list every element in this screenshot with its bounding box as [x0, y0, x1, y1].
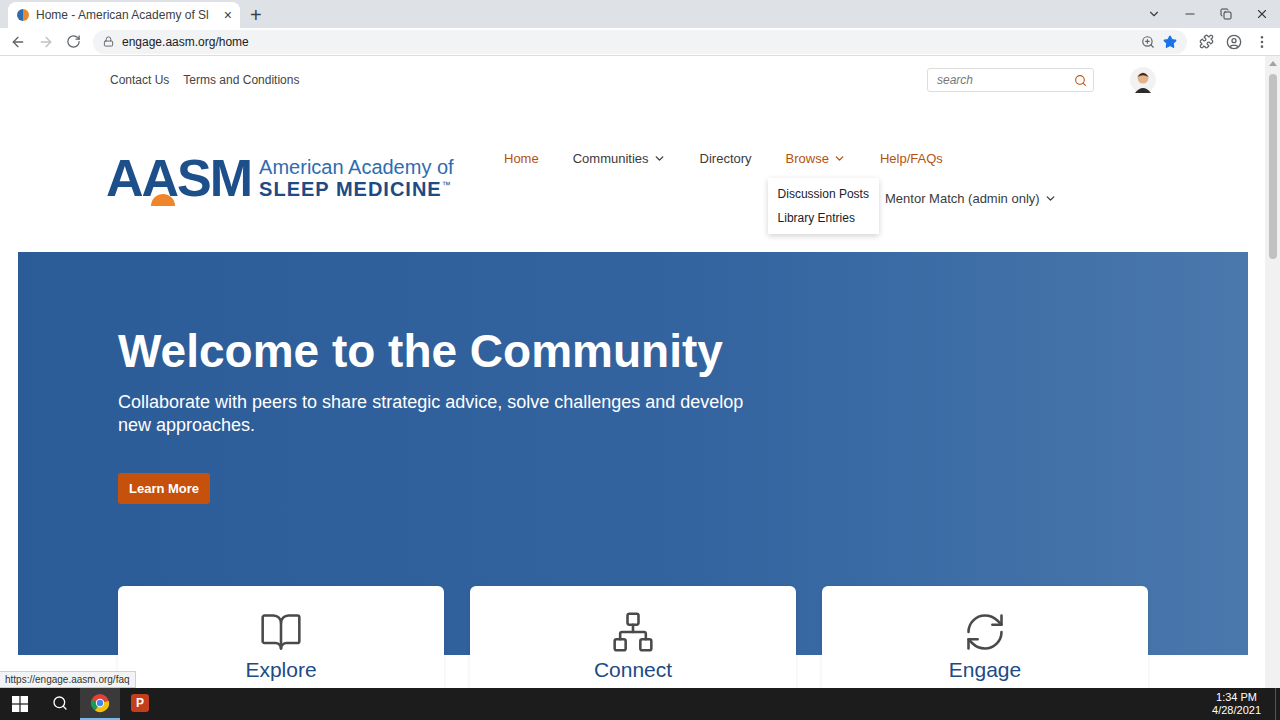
nav-item[interactable]: Help/FAQs: [880, 151, 943, 166]
browse-dropdown-menu: Discussion PostsLibrary Entries: [768, 178, 879, 234]
tab-search-icon: [1147, 7, 1161, 21]
powerpoint-icon: P: [131, 694, 149, 712]
feature-card[interactable]: Connect: [470, 586, 796, 688]
back-button[interactable]: [10, 34, 26, 50]
forward-arrow-icon: [38, 34, 54, 50]
search-icon[interactable]: [1074, 74, 1087, 87]
taskbar-clock[interactable]: 1:34 PM4/28/2021: [1198, 688, 1275, 720]
logo-wordmark: American Academy ofSLEEP MEDICINE™: [259, 156, 454, 200]
browser-tab[interactable]: Home - American Academy of Sl ×: [8, 2, 240, 28]
card-title: Explore: [245, 658, 316, 682]
main-nav: Home Communities Directory BrowseDiscussion…: [504, 138, 1057, 218]
aasm-logo[interactable]: AASMAmerican Academy ofSLEEP MEDICINE™: [106, 152, 472, 204]
start-button[interactable]: [0, 688, 40, 720]
site-favicon-icon: [16, 8, 30, 22]
screen: Home - American Academy of Sl × + engage.aa…: [0, 0, 1280, 720]
restore-icon: [1220, 8, 1232, 20]
card-icon-box: [961, 608, 1009, 656]
clock-time: 1:34 PM: [1216, 691, 1257, 704]
reload-button[interactable]: [66, 34, 81, 49]
clock-date: 4/28/2021: [1212, 704, 1261, 717]
dropdown-item[interactable]: Library Entries: [778, 206, 869, 230]
kebab-menu-icon: [1254, 34, 1270, 50]
tab-title: Home - American Academy of Sl: [36, 8, 218, 22]
new-tab-button[interactable]: +: [250, 5, 262, 25]
book-search-icon: [259, 610, 303, 654]
dropdown-item[interactable]: Discussion Posts: [778, 182, 869, 206]
reload-icon: [66, 34, 81, 49]
logo-line-1: American Academy of: [259, 156, 454, 178]
chevron-down-icon: [1044, 192, 1057, 205]
search-icon: [52, 695, 68, 711]
nav-item[interactable]: Communities: [573, 151, 666, 166]
forward-button[interactable]: [38, 34, 54, 50]
hero-title: Welcome to the Community: [118, 324, 723, 379]
logo-sun-icon: [150, 194, 176, 206]
browser-toolbar: engage.aasm.org/home: [0, 28, 1280, 56]
feature-card[interactable]: Engage: [822, 586, 1148, 688]
feature-card[interactable]: Explore: [118, 586, 444, 688]
menu-button[interactable]: [1254, 34, 1270, 50]
taskbar: P 1:34 PM4/28/2021: [0, 688, 1280, 720]
tab-search-button[interactable]: [1136, 0, 1172, 28]
link-status-url: https://engage.aasm.org/faq: [0, 671, 136, 688]
taskbar-search-button[interactable]: [40, 688, 80, 720]
card-title: Engage: [949, 658, 1021, 682]
logo-mark: AASM: [106, 152, 251, 204]
profile-icon: [1226, 34, 1242, 50]
chevron-down-icon: [833, 152, 846, 165]
nav-item[interactable]: BrowseDiscussion PostsLibrary Entries: [786, 151, 846, 166]
chevron-down-icon: [653, 152, 666, 165]
windows-logo-icon: [12, 696, 28, 712]
nav-item[interactable]: Home: [504, 151, 539, 166]
user-avatar-icon[interactable]: [1130, 67, 1156, 93]
search-placeholder: search: [937, 73, 1074, 87]
site-header: AASMAmerican Academy ofSLEEP MEDICINE™Ho…: [0, 104, 1265, 252]
scrollbar[interactable]: [1265, 56, 1280, 688]
nav-row: Home Communities Directory BrowseDiscussion…: [504, 138, 1057, 178]
nav-item[interactable]: Mentor Match (admin only): [885, 191, 1057, 206]
address-bar[interactable]: engage.aasm.org/home: [93, 30, 1187, 54]
lock-icon: [103, 36, 114, 47]
site-search-field[interactable]: search: [927, 68, 1094, 92]
learn-more-button[interactable]: Learn More: [118, 473, 210, 504]
web-page: Contact Us Terms and Conditions search AASM…: [0, 56, 1265, 688]
minimize-button[interactable]: [1172, 0, 1208, 28]
tab-strip: Home - American Academy of Sl × +: [0, 0, 1280, 28]
back-arrow-icon: [10, 34, 26, 50]
extensions-button[interactable]: [1199, 34, 1214, 49]
restore-button[interactable]: [1208, 0, 1244, 28]
close-icon: [1255, 7, 1269, 21]
url-text: engage.aasm.org/home: [122, 35, 1133, 49]
utility-link[interactable]: Terms and Conditions: [183, 73, 299, 87]
scroll-thumb[interactable]: [1269, 74, 1277, 259]
nav-item[interactable]: Directory: [700, 151, 752, 166]
puzzle-icon: [1199, 34, 1214, 49]
network-icon: [611, 610, 655, 654]
bookmark-star-icon[interactable]: [1163, 35, 1177, 49]
feature-cards: Explore Connect Engage: [0, 586, 1265, 688]
window-controls: [1136, 0, 1280, 28]
show-desktop-button[interactable]: [1275, 688, 1280, 720]
taskbar-app[interactable]: [80, 688, 120, 720]
card-title: Connect: [594, 658, 672, 682]
logo-mark-text: AASM: [106, 152, 251, 204]
tab-close-button[interactable]: ×: [224, 8, 232, 22]
utility-link[interactable]: Contact Us: [110, 73, 169, 87]
zoom-icon[interactable]: [1141, 35, 1155, 49]
engage-cycle-icon: [963, 610, 1007, 654]
hero-subtitle: Collaborate with peers to share strategi…: [118, 391, 758, 437]
trademark: ™: [442, 180, 452, 190]
logo-line-2: SLEEP MEDICINE™: [259, 178, 454, 200]
utility-bar: Contact Us Terms and Conditions search: [0, 56, 1265, 104]
page-viewport: Contact Us Terms and Conditions search AASM…: [0, 56, 1280, 688]
card-icon-box: [257, 608, 305, 656]
profile-button[interactable]: [1226, 34, 1242, 50]
close-window-button[interactable]: [1244, 0, 1280, 28]
scroll-up-icon[interactable]: [1269, 61, 1277, 66]
chrome-icon: [90, 693, 110, 713]
card-icon-box: [609, 608, 657, 656]
taskbar-app[interactable]: P: [120, 688, 160, 720]
minimize-icon: [1183, 7, 1197, 21]
